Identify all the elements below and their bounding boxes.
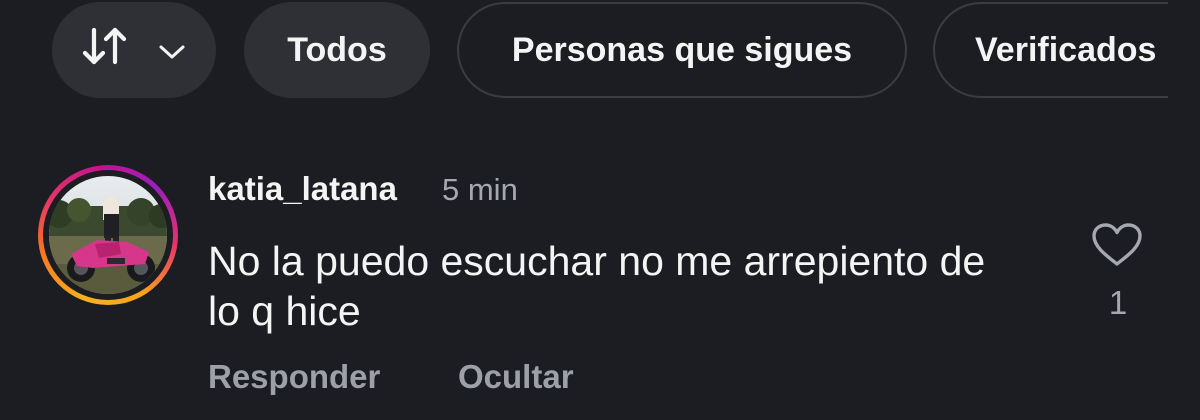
filter-all-chip[interactable]: Todos	[244, 2, 430, 98]
comment-timestamp: 5 min	[442, 172, 518, 207]
filter-verified-label: Verificados	[975, 30, 1157, 69]
like-button[interactable]	[1090, 222, 1144, 268]
comment-filter-bar: Todos Personas que sigues Verificados	[52, 0, 1168, 100]
filter-following-chip[interactable]: Personas que sigues	[457, 2, 907, 98]
comments-view: Todos Personas que sigues Verificados ka…	[0, 0, 1200, 420]
sort-button[interactable]	[52, 2, 216, 98]
comment-text: No la puedo escuchar no me arrepiento de…	[208, 238, 986, 334]
filter-following-label: Personas que sigues	[511, 30, 853, 69]
filter-verified-chip[interactable]: Verificados	[933, 2, 1168, 98]
like-count: 1	[1108, 284, 1128, 321]
filter-all-label: Todos	[287, 30, 387, 69]
comment-username[interactable]: katia_latana	[208, 170, 397, 208]
sort-arrows-icon	[82, 26, 128, 75]
heart-outline-icon	[1090, 223, 1144, 272]
reply-button[interactable]: Responder	[208, 358, 380, 396]
avatar-story-ring[interactable]	[38, 165, 178, 305]
hide-button[interactable]: Ocultar	[458, 358, 574, 396]
avatar	[49, 176, 167, 294]
chevron-down-icon	[158, 31, 186, 70]
